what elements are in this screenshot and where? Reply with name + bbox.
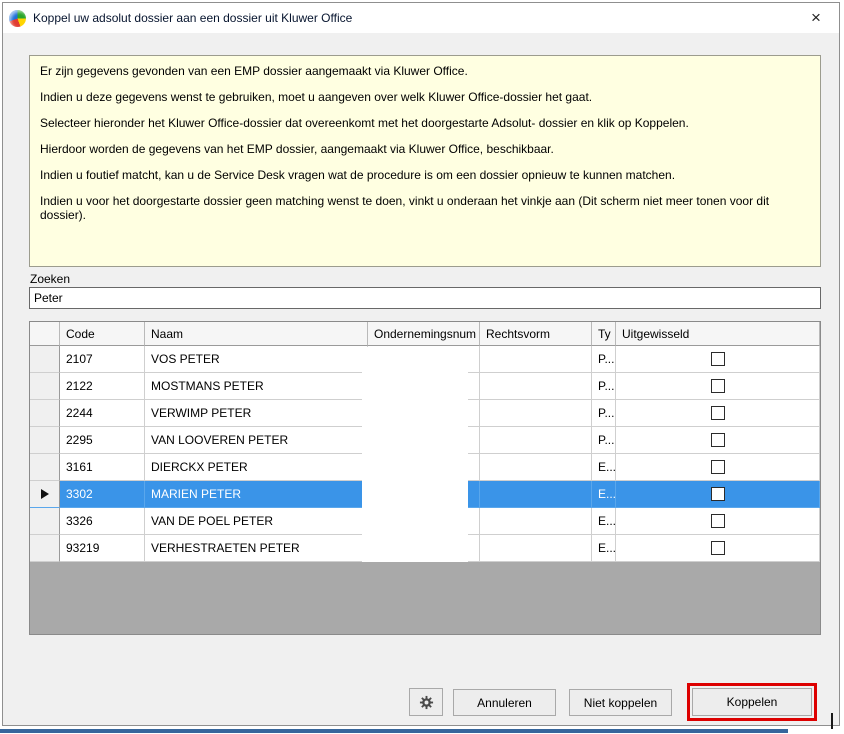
uitgewisseld-checkbox[interactable] xyxy=(711,460,725,474)
window-title: Koppel uw adsolut dossier aan een dossie… xyxy=(33,11,352,25)
header-selector xyxy=(30,322,60,346)
uitgewisseld-checkbox[interactable] xyxy=(711,379,725,393)
cell-uitgewisseld xyxy=(616,373,820,400)
cell-naam: MARIEN PETER xyxy=(145,481,368,508)
info-paragraph: Selecteer hieronder het Kluwer Office-do… xyxy=(40,116,810,130)
cell-naam: VERHESTRAETEN PETER xyxy=(145,535,368,562)
koppelen-highlight-annotation: Koppelen xyxy=(687,683,817,721)
row-selector-cell xyxy=(30,400,60,427)
row-selector-cell xyxy=(30,346,60,373)
cell-type: E... xyxy=(592,481,616,508)
cell-rechtsvorm xyxy=(480,454,592,481)
cell-code: 3161 xyxy=(60,454,145,481)
uitgewisseld-checkbox[interactable] xyxy=(711,487,725,501)
cell-naam: VOS PETER xyxy=(145,346,368,373)
info-paragraph: Indien u foutief matcht, kan u de Servic… xyxy=(40,168,810,182)
cell-naam: VAN DE POEL PETER xyxy=(145,508,368,535)
cell-rechtsvorm xyxy=(480,508,592,535)
row-selector-cell xyxy=(30,427,60,454)
gear-icon xyxy=(419,695,434,710)
cell-naam: MOSTMANS PETER xyxy=(145,373,368,400)
cell-code: 2122 xyxy=(60,373,145,400)
cell-rechtsvorm xyxy=(480,400,592,427)
cell-rechtsvorm xyxy=(480,373,592,400)
bottom-edge-artifact xyxy=(0,729,788,733)
cell-rechtsvorm xyxy=(480,481,592,508)
uitgewisseld-checkbox[interactable] xyxy=(711,541,725,555)
app-icon xyxy=(9,10,26,27)
cell-uitgewisseld xyxy=(616,535,820,562)
header-naam[interactable]: Naam xyxy=(145,322,368,346)
cell-type: P... xyxy=(592,373,616,400)
uitgewisseld-checkbox[interactable] xyxy=(711,433,725,447)
cell-code: 2244 xyxy=(60,400,145,427)
dossier-grid: Code Naam Ondernemingsnum Rechtsvorm Ty … xyxy=(29,321,821,635)
cell-code: 3302 xyxy=(60,481,145,508)
cell-uitgewisseld xyxy=(616,400,820,427)
uitgewisseld-checkbox[interactable] xyxy=(711,514,725,528)
niet-koppelen-button[interactable]: Niet koppelen xyxy=(569,689,672,716)
info-paragraph: Er zijn gegevens gevonden van een EMP do… xyxy=(40,64,810,78)
cell-type: E... xyxy=(592,508,616,535)
cell-rechtsvorm xyxy=(480,535,592,562)
cell-code: 2107 xyxy=(60,346,145,373)
cell-type: P... xyxy=(592,346,616,373)
row-selector-cell xyxy=(30,481,60,508)
cell-rechtsvorm xyxy=(480,427,592,454)
info-paragraph: Indien u deze gegevens wenst te gebruike… xyxy=(40,90,810,104)
redaction-overlay xyxy=(362,347,468,562)
info-paragraph: Indien u voor het doorgestarte dossier g… xyxy=(40,194,810,222)
grid-header: Code Naam Ondernemingsnum Rechtsvorm Ty … xyxy=(30,322,820,346)
title-bar: Koppel uw adsolut dossier aan een dossie… xyxy=(3,3,839,33)
cell-code: 3326 xyxy=(60,508,145,535)
cell-code: 93219 xyxy=(60,535,145,562)
search-label: Zoeken xyxy=(30,272,70,286)
cell-type: P... xyxy=(592,427,616,454)
cancel-button[interactable]: Annuleren xyxy=(453,689,556,716)
cell-uitgewisseld xyxy=(616,508,820,535)
cell-uitgewisseld xyxy=(616,346,820,373)
cell-naam: DIERCKX PETER xyxy=(145,454,368,481)
cell-naam: VAN LOOVEREN PETER xyxy=(145,427,368,454)
header-uitgewisseld[interactable]: Uitgewisseld xyxy=(616,322,820,346)
uitgewisseld-checkbox[interactable] xyxy=(711,352,725,366)
header-type[interactable]: Ty xyxy=(592,322,616,346)
cell-type: E... xyxy=(592,454,616,481)
settings-button[interactable] xyxy=(409,688,443,716)
koppelen-button[interactable]: Koppelen xyxy=(692,688,812,716)
cell-uitgewisseld xyxy=(616,481,820,508)
dialog-window: Koppel uw adsolut dossier aan een dossie… xyxy=(2,2,840,726)
info-paragraph: Hierdoor worden de gegevens van het EMP … xyxy=(40,142,810,156)
close-icon[interactable]: × xyxy=(799,4,833,32)
row-selector-cell xyxy=(30,454,60,481)
cell-uitgewisseld xyxy=(616,454,820,481)
corner-mark-artifact xyxy=(831,713,833,729)
info-panel: Er zijn gegevens gevonden van een EMP do… xyxy=(29,55,821,267)
current-row-arrow-icon xyxy=(41,489,49,499)
row-selector-cell xyxy=(30,373,60,400)
search-input[interactable] xyxy=(29,287,821,309)
cell-uitgewisseld xyxy=(616,427,820,454)
cell-code: 2295 xyxy=(60,427,145,454)
cell-naam: VERWIMP PETER xyxy=(145,400,368,427)
header-code[interactable]: Code xyxy=(60,322,145,346)
header-ondernemingsnummer[interactable]: Ondernemingsnum xyxy=(368,322,480,346)
cell-rechtsvorm xyxy=(480,346,592,373)
cell-type: E... xyxy=(592,535,616,562)
header-rechtsvorm[interactable]: Rechtsvorm xyxy=(480,322,592,346)
uitgewisseld-checkbox[interactable] xyxy=(711,406,725,420)
row-selector-cell xyxy=(30,535,60,562)
row-selector-cell xyxy=(30,508,60,535)
cell-type: P... xyxy=(592,400,616,427)
